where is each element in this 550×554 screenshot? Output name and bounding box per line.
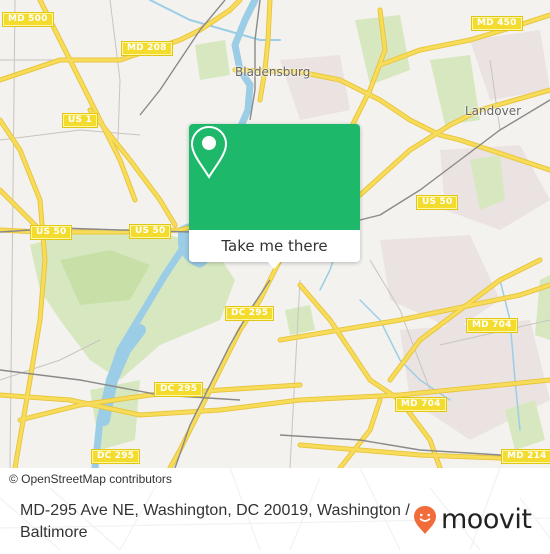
route-shield-us-50: US 50 [128,224,172,239]
route-shield-md-500: MD 500 [2,12,54,27]
take-me-there-button[interactable]: Take me there [189,230,360,262]
place-label-bladensburg: Bladensburg [235,65,311,79]
route-shield-md-208: MD 208 [121,41,173,56]
route-shield-us-50: US 50 [29,225,73,240]
route-shield-us-1: US 1 [62,113,98,128]
route-shield-md-214: MD 214 [501,449,550,464]
destination-address: MD-295 Ave NE, Washington, DC 20019, Was… [20,502,410,541]
moovit-wordmark: moovit [441,504,532,535]
route-shield-md-704: MD 704 [395,397,447,412]
moovit-logo[interactable]: moovit [413,504,532,536]
destination-popup: Take me there [189,124,360,269]
route-shield-md-704: MD 704 [466,318,518,333]
route-shield-dc-295: DC 295 [153,382,204,397]
map-view[interactable]: Bladensburg Landover MD 500 MD 208 MD 45… [0,0,550,468]
route-shield-dc-295: DC 295 [224,306,275,321]
route-shield-us-50: US 50 [415,195,459,210]
popup-pointer [267,261,281,269]
popup-header [189,124,360,230]
place-label-landover: Landover [465,104,522,118]
route-shield-dc-295: DC 295 [90,449,141,464]
route-shield-md-450: MD 450 [471,16,523,31]
moovit-pin-smile-icon [414,506,436,534]
map-pin-icon [190,125,228,179]
